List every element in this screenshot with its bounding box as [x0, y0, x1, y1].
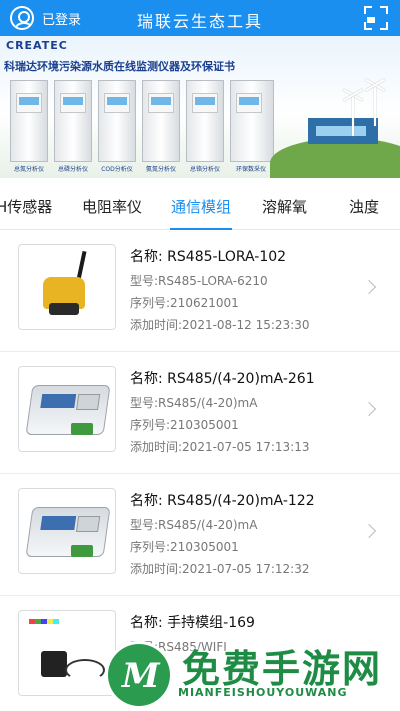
device-name: 名称: RS485-LORA-102 [130, 249, 287, 265]
tab-ph-sensor[interactable]: H传感器 [0, 196, 52, 217]
category-tabs: H传感器 电阻率仪 通信模组 溶解氧 浊度 [0, 178, 400, 230]
app-title: 瑞联云生态工具 [136, 12, 263, 31]
device-serial: 序列号:210305001 [130, 418, 239, 432]
device-thumbnail [18, 488, 116, 574]
device-model: 型号:RS485/(4-20)mA [130, 518, 258, 532]
watermark-text: 免费手游网 [182, 647, 383, 691]
watermark-subtext: MIANFEISHOUYOUWANG [178, 686, 348, 699]
tab-dissolved-oxygen[interactable]: 溶解氧 [262, 196, 307, 217]
tab-comm-module[interactable]: 通信模组 [171, 196, 231, 217]
device-added-time: 添加时间:2021-07-05 17:12:32 [130, 562, 310, 576]
chevron-right-icon [361, 279, 377, 295]
site-watermark: 免费手游网 MIANFEISHOUYOUWANG [108, 636, 400, 711]
device-thumbnail [18, 244, 116, 330]
device-model: 型号:RS485-LORA-6210 [130, 274, 268, 288]
landscape-hill [270, 138, 400, 178]
device-serial: 序列号:210305001 [130, 540, 239, 554]
banner-title: 科瑞达环境污染源水质在线监测仪器及环保证书 [4, 60, 235, 73]
wind-turbine-icon [352, 96, 354, 136]
device-thumbnail [18, 366, 116, 452]
device-name: 名称: RS485/(4-20)mA-261 [130, 371, 315, 387]
device-model: 型号:RS485/(4-20)mA [130, 396, 258, 410]
list-item[interactable]: 名称: RS485/(4-20)mA-261 型号:RS485/(4-20)mA… [0, 352, 400, 474]
promo-banner[interactable]: CREATEC 科瑞达环境污染源水质在线监测仪器及环保证书 总氮分析仪 总磷分析… [0, 36, 400, 178]
chevron-right-icon [361, 401, 377, 417]
device-serial: 序列号:210621001 [130, 296, 239, 310]
station-building [308, 118, 378, 144]
device-name: 名称: 手持模组-169 [130, 615, 255, 631]
tab-resistivity[interactable]: 电阻率仪 [82, 196, 142, 217]
wind-turbine-icon [374, 86, 376, 126]
app-header: 已登录 瑞联云生态工具 [0, 0, 400, 36]
instrument-lineup: 总氮分析仪 总磷分析仪 COD分析仪 氨氮分析仪 总铬分析仪 环保数采仪 [6, 80, 276, 173]
list-item[interactable]: 名称: RS485-LORA-102 型号:RS485-LORA-6210 序列… [0, 230, 400, 352]
scan-icon[interactable] [364, 6, 388, 30]
device-added-time: 添加时间:2021-07-05 17:13:13 [130, 440, 310, 454]
brand-logo: CREATEC [6, 39, 68, 52]
device-thumbnail [18, 610, 116, 696]
list-item[interactable]: 名称: RS485/(4-20)mA-122 型号:RS485/(4-20)mA… [0, 474, 400, 596]
tab-turbidity[interactable]: 浊度 [349, 196, 379, 217]
chevron-right-icon [361, 523, 377, 539]
watermark-logo [108, 644, 170, 706]
device-added-time: 添加时间:2021-08-12 15:23:30 [130, 318, 310, 332]
device-name: 名称: RS485/(4-20)mA-122 [130, 493, 315, 509]
